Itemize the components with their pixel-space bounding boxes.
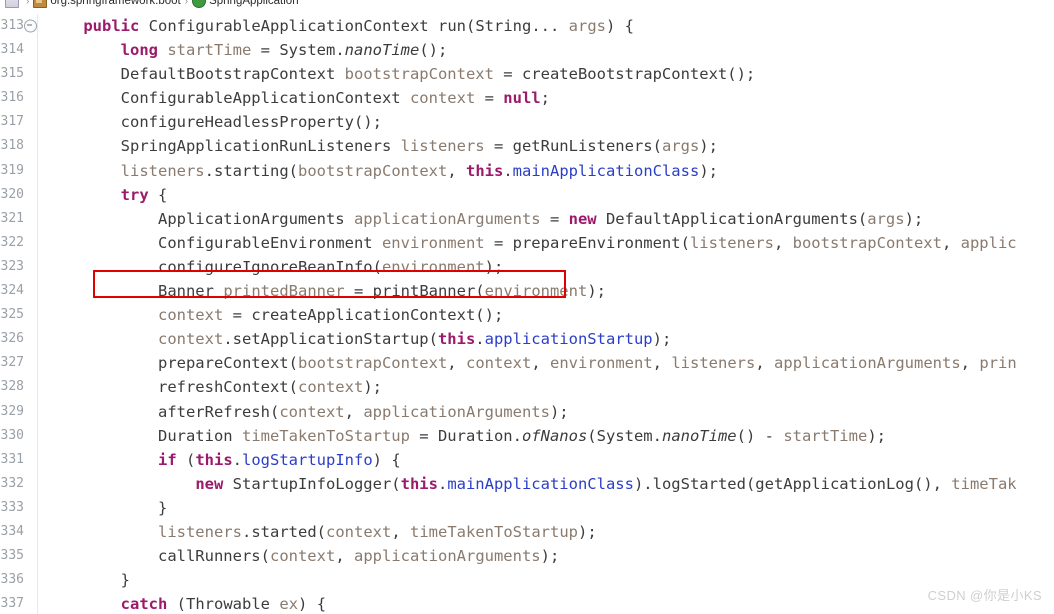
- code-text-area[interactable]: public ConfigurableApplicationContext ru…: [38, 14, 1054, 614]
- code-line[interactable]: catch (Throwable ex) {: [38, 592, 1054, 614]
- line-number: 329: [0, 403, 24, 419]
- code-line[interactable]: listeners.starting(bootstrapContext, thi…: [38, 159, 1054, 183]
- breadcrumb-item-class[interactable]: SpringApplication: [191, 0, 300, 8]
- line-number: 330: [0, 427, 24, 443]
- code-line[interactable]: Duration timeTakenToStartup = Duration.o…: [38, 424, 1054, 448]
- module-icon: [5, 0, 19, 8]
- line-number: 337: [0, 596, 24, 612]
- breadcrumb-item-package[interactable]: org.springframework.boot: [32, 0, 181, 8]
- line-number: 313: [0, 14, 37, 38]
- line-number: 334: [0, 523, 24, 539]
- csdn-watermark: CSDN @你是小KS: [927, 588, 1042, 603]
- line-number: 318: [0, 138, 24, 154]
- line-number: 336: [0, 572, 24, 588]
- line-number: 320: [0, 186, 24, 202]
- code-line[interactable]: ApplicationArguments applicationArgument…: [38, 207, 1054, 231]
- breadcrumb-label-package: org.springframework.boot: [50, 0, 181, 7]
- code-line[interactable]: configureHeadlessProperty();: [38, 110, 1054, 134]
- code-line[interactable]: configureIgnoreBeanInfo(environment);: [38, 255, 1054, 279]
- code-line[interactable]: ConfigurableApplicationContext context =…: [38, 86, 1054, 110]
- breadcrumb-separator-2: ›: [184, 0, 189, 7]
- line-number: 319: [0, 162, 24, 178]
- line-number: 324: [0, 283, 24, 299]
- line-number-gutter: 313 314 315 316 317 318 319 320 321 322 …: [0, 14, 38, 614]
- line-number: 315: [0, 66, 24, 82]
- breadcrumb[interactable]: › org.springframework.boot › SpringAppli…: [0, 0, 1054, 10]
- code-editor-window: › org.springframework.boot › SpringAppli…: [0, 0, 1054, 614]
- line-number: 331: [0, 451, 24, 467]
- code-line[interactable]: context = createApplicationContext();: [38, 303, 1054, 327]
- code-line[interactable]: refreshContext(context);: [38, 375, 1054, 399]
- line-number: 326: [0, 331, 24, 347]
- line-number: 316: [0, 90, 24, 106]
- code-line[interactable]: try {: [38, 183, 1054, 207]
- line-number: 335: [0, 548, 24, 564]
- code-line[interactable]: public ConfigurableApplicationContext ru…: [38, 14, 1054, 38]
- code-line[interactable]: callRunners(context, applicationArgument…: [38, 544, 1054, 568]
- collapse-minus-icon[interactable]: [24, 19, 37, 33]
- line-number: 328: [0, 379, 24, 395]
- line-number: 321: [0, 210, 24, 226]
- breadcrumb-label-class: SpringApplication: [209, 0, 299, 7]
- line-number: 322: [0, 234, 24, 250]
- code-line[interactable]: ConfigurableEnvironment environment = pr…: [38, 231, 1054, 255]
- code-line[interactable]: }: [38, 496, 1054, 520]
- code-line[interactable]: if (this.logStartupInfo) {: [38, 448, 1054, 472]
- breadcrumb-separator-1: ›: [26, 0, 30, 7]
- code-line[interactable]: new StartupInfoLogger(this.mainApplicati…: [38, 472, 1054, 496]
- code-line[interactable]: context.setApplicationStartup(this.appli…: [38, 327, 1054, 351]
- code-line[interactable]: prepareContext(bootstrapContext, context…: [38, 351, 1054, 375]
- breadcrumb-item-module[interactable]: [4, 0, 23, 8]
- package-icon: [33, 0, 48, 8]
- line-number: 314: [0, 42, 24, 58]
- code-line[interactable]: }: [38, 568, 1054, 592]
- line-number: 332: [0, 475, 24, 491]
- class-icon: [192, 0, 207, 8]
- line-number: 333: [0, 499, 24, 515]
- line-number: 325: [0, 307, 24, 323]
- code-line[interactable]: DefaultBootstrapContext bootstrapContext…: [38, 62, 1054, 86]
- code-line[interactable]: SpringApplicationRunListeners listeners …: [38, 134, 1054, 158]
- code-line[interactable]: long startTime = System.nanoTime();: [38, 38, 1054, 62]
- line-number: 317: [0, 114, 24, 130]
- line-number: 327: [0, 355, 24, 371]
- code-line[interactable]: afterRefresh(context, applicationArgumen…: [38, 400, 1054, 424]
- code-line[interactable]: Banner printedBanner = printBanner(envir…: [38, 279, 1054, 303]
- code-line[interactable]: listeners.started(context, timeTakenToSt…: [38, 520, 1054, 544]
- line-number: 323: [0, 258, 24, 274]
